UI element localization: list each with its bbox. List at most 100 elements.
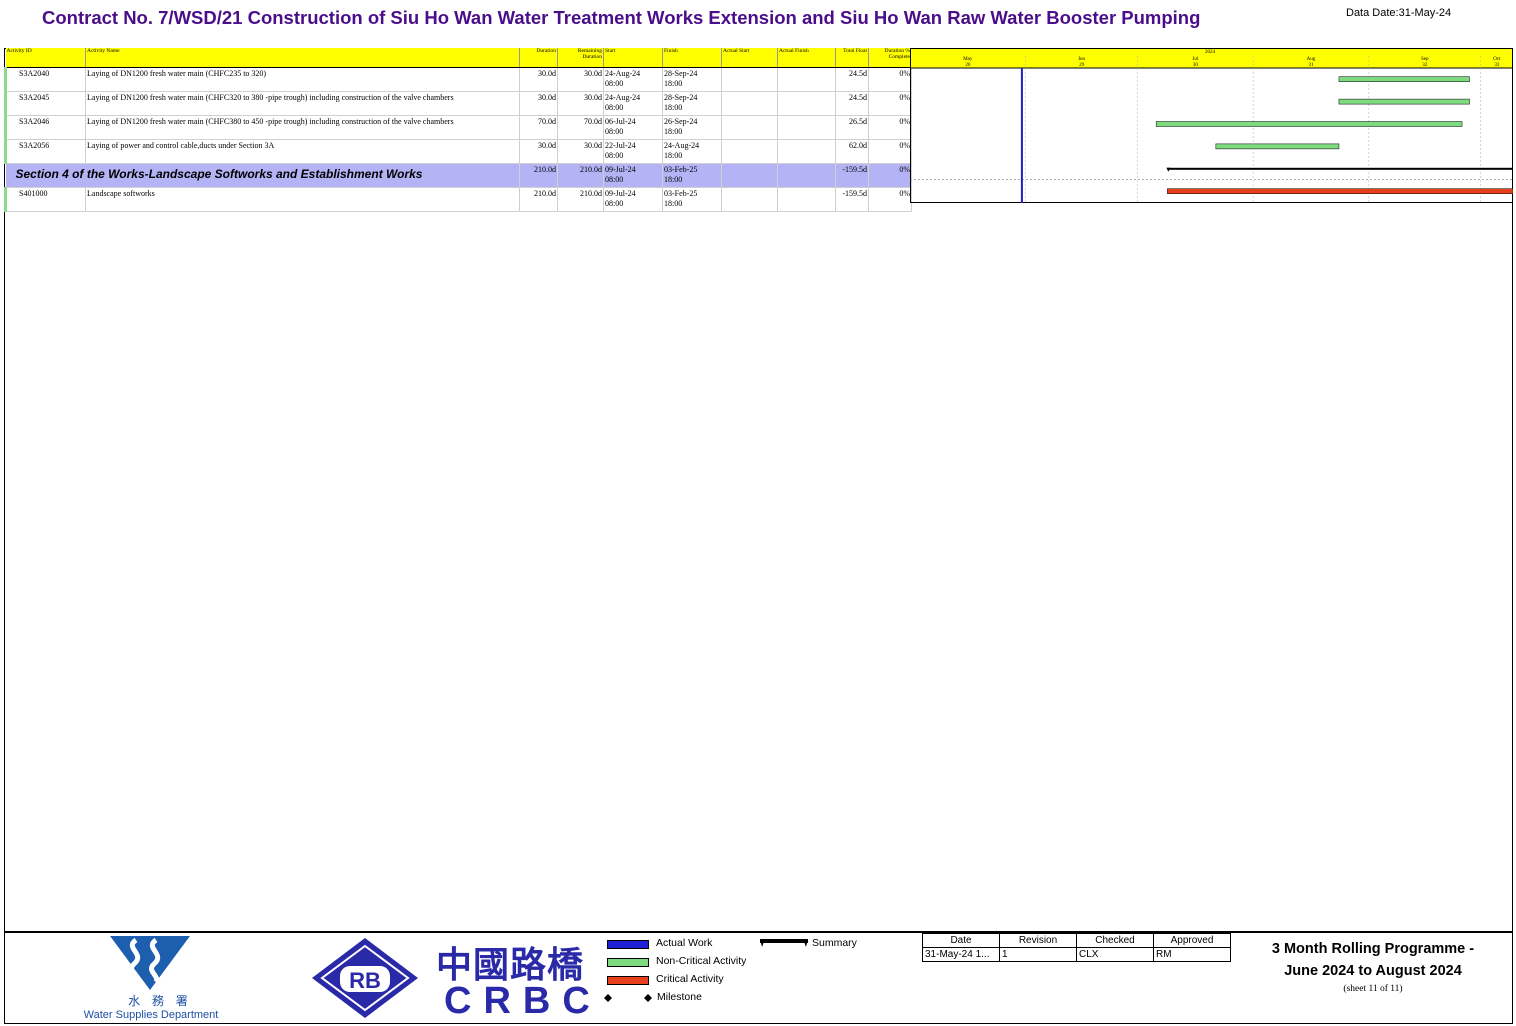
activity-id: S3A2046 [4, 115, 86, 140]
actual-start [721, 67, 778, 92]
finish-date: 03-Feb-25 18:00 [662, 187, 722, 212]
activity-table: Activity ID Activity Name Duration Remai… [4, 48, 912, 212]
duration: 30.0d [519, 139, 558, 164]
total-float: 62.0d [835, 139, 869, 164]
crbc-english-name: CRBC [444, 980, 602, 1022]
col-percent-complete[interactable]: Duration % Complete [868, 48, 912, 68]
section-row[interactable]: Section 4 of the Works-Landscape Softwor… [5, 163, 912, 188]
timescale-month: Jul [1192, 57, 1198, 62]
timescale-month: May [963, 57, 973, 62]
remaining-duration: 210.0d [557, 187, 604, 212]
timescale-week: 32 [1422, 63, 1428, 68]
approval-revision-header: Revision [999, 933, 1077, 948]
table-row[interactable]: S401000 Landscape softworks 210.0d 210.0… [4, 187, 912, 212]
actual-finish [777, 163, 836, 188]
actual-start [721, 187, 778, 212]
legend-summary: Summary [812, 937, 857, 949]
non-critical-activity-bar [1338, 98, 1470, 105]
activity-id: S3A2040 [4, 67, 86, 92]
finish-date: 26-Sep-24 18:00 [662, 115, 722, 140]
col-remaining-duration[interactable]: Remaining Duration [557, 48, 604, 68]
approval-approved: RM [1153, 947, 1231, 962]
percent-complete: 0% [868, 67, 912, 92]
actual-finish [777, 115, 836, 140]
total-float: -159.5d [835, 187, 869, 212]
approval-revision: 1 [999, 947, 1077, 962]
col-actual-finish[interactable]: Actual Finish [777, 48, 836, 68]
col-activity-name[interactable]: Activity Name [85, 48, 520, 68]
non-critical-activity-bar [1215, 143, 1340, 150]
table-row[interactable]: S3A2045 Laying of DN1200 fresh water mai… [4, 91, 912, 116]
actual-finish [777, 139, 836, 164]
approval-date: 31-May-24 1... [922, 947, 1000, 962]
timescale-month: Oct [1493, 57, 1501, 62]
start-date: 24-Aug-24 08:00 [603, 91, 663, 116]
start-date: 24-Aug-24 08:00 [603, 67, 663, 92]
approval-header-row: Date Revision Checked Approved [922, 933, 1231, 948]
rb-logo-text: RB [349, 968, 381, 993]
timescale-month: Sep [1421, 57, 1429, 62]
table-row[interactable]: S3A2056 Laying of power and control cabl… [4, 139, 912, 164]
table-header-row: Activity ID Activity Name Duration Remai… [5, 48, 912, 68]
non-critical-activity-bar [1155, 121, 1463, 127]
wsd-logo [110, 936, 190, 990]
legend-milestone-icon [604, 994, 652, 1002]
total-float: 24.5d [835, 67, 869, 92]
total-float: 24.5d [835, 91, 869, 116]
wsd-chinese-name: 水 務 署 [128, 994, 192, 1008]
legend-actual-work: Actual Work [656, 937, 713, 949]
rb-logo: RB [312, 938, 418, 1018]
actual-finish [777, 187, 836, 212]
remaining-duration: 30.0d [557, 91, 604, 116]
table-row[interactable]: S3A2046 Laying of DN1200 fresh water mai… [4, 115, 912, 140]
approval-date-header: Date [922, 933, 1000, 948]
col-total-float[interactable]: Total Float [835, 48, 869, 68]
timescale-week: 30 [1193, 63, 1199, 68]
col-start[interactable]: Start [603, 48, 663, 68]
actual-finish [777, 67, 836, 92]
wsd-english-name: Water Supplies Department [83, 1009, 219, 1021]
finish-date: 03-Feb-25 18:00 [662, 163, 722, 188]
page-title: Contract No. 7/WSD/21 Construction of Si… [42, 7, 1201, 28]
approval-checked: CLX [1076, 947, 1154, 962]
timescale-year: 2024 [1205, 50, 1216, 55]
start-date: 22-Jul-24 08:00 [603, 139, 663, 164]
activity-name: Laying of power and control cable,ducts … [85, 139, 520, 164]
col-duration[interactable]: Duration [519, 48, 558, 68]
remaining-duration: 70.0d [557, 115, 604, 140]
timescale-week: 26 [965, 63, 971, 68]
timescale-month: Aug [1307, 57, 1316, 62]
start-date: 09-Jul-24 08:00 [603, 163, 663, 188]
gantt-chart[interactable]: 2024 May 26 Jun 29 Jul 30 Aug 31 Sep 32 Oct 33 [910, 48, 1513, 203]
activity-name: Laying of DN1200 fresh water main (CHFC3… [85, 115, 520, 140]
gantt-canvas: 2024 May26 Jun29 Jul30 Aug31 Sep32 Oct33 [910, 48, 1513, 203]
table-row[interactable]: S3A2040 Laying of DN1200 fresh water mai… [4, 67, 912, 92]
duration: 30.0d [519, 91, 558, 116]
duration: 210.0d [519, 163, 558, 188]
percent-complete: 0% [868, 187, 912, 212]
col-finish[interactable]: Finish [662, 48, 722, 68]
col-actual-start[interactable]: Actual Start [721, 48, 778, 68]
total-float: -159.5d [835, 163, 869, 188]
actual-start [721, 91, 778, 116]
col-activity-id[interactable]: Activity ID [5, 48, 86, 68]
activity-id: S3A2056 [4, 139, 86, 164]
programme-title-line1: 3 Month Rolling Programme - [1271, 941, 1475, 957]
timescale-month: Jun [1078, 57, 1085, 62]
approval-value-row: 31-May-24 1... 1 CLX RM [922, 947, 1231, 962]
remaining-duration: 210.0d [557, 163, 604, 188]
actual-start [721, 115, 778, 140]
activity-name: Laying of DN1200 fresh water main (CHFC3… [85, 91, 520, 116]
timescale-week: 33 [1494, 63, 1500, 68]
remaining-duration: 30.0d [557, 67, 604, 92]
legend-actual-swatch [607, 940, 649, 949]
percent-complete: 0% [868, 163, 912, 188]
data-date-label: Data Date:31-May-24 [1346, 7, 1452, 19]
percent-complete: 0% [868, 115, 912, 140]
legend-critical-swatch [607, 976, 649, 985]
legend-milestone: Milestone [657, 991, 702, 1003]
approval-table: Date Revision Checked Approved 31-May-24… [922, 933, 1231, 962]
actual-start [721, 139, 778, 164]
sheet-number: (sheet 11 of 11) [1343, 984, 1403, 994]
timescale-week: 31 [1308, 63, 1314, 68]
